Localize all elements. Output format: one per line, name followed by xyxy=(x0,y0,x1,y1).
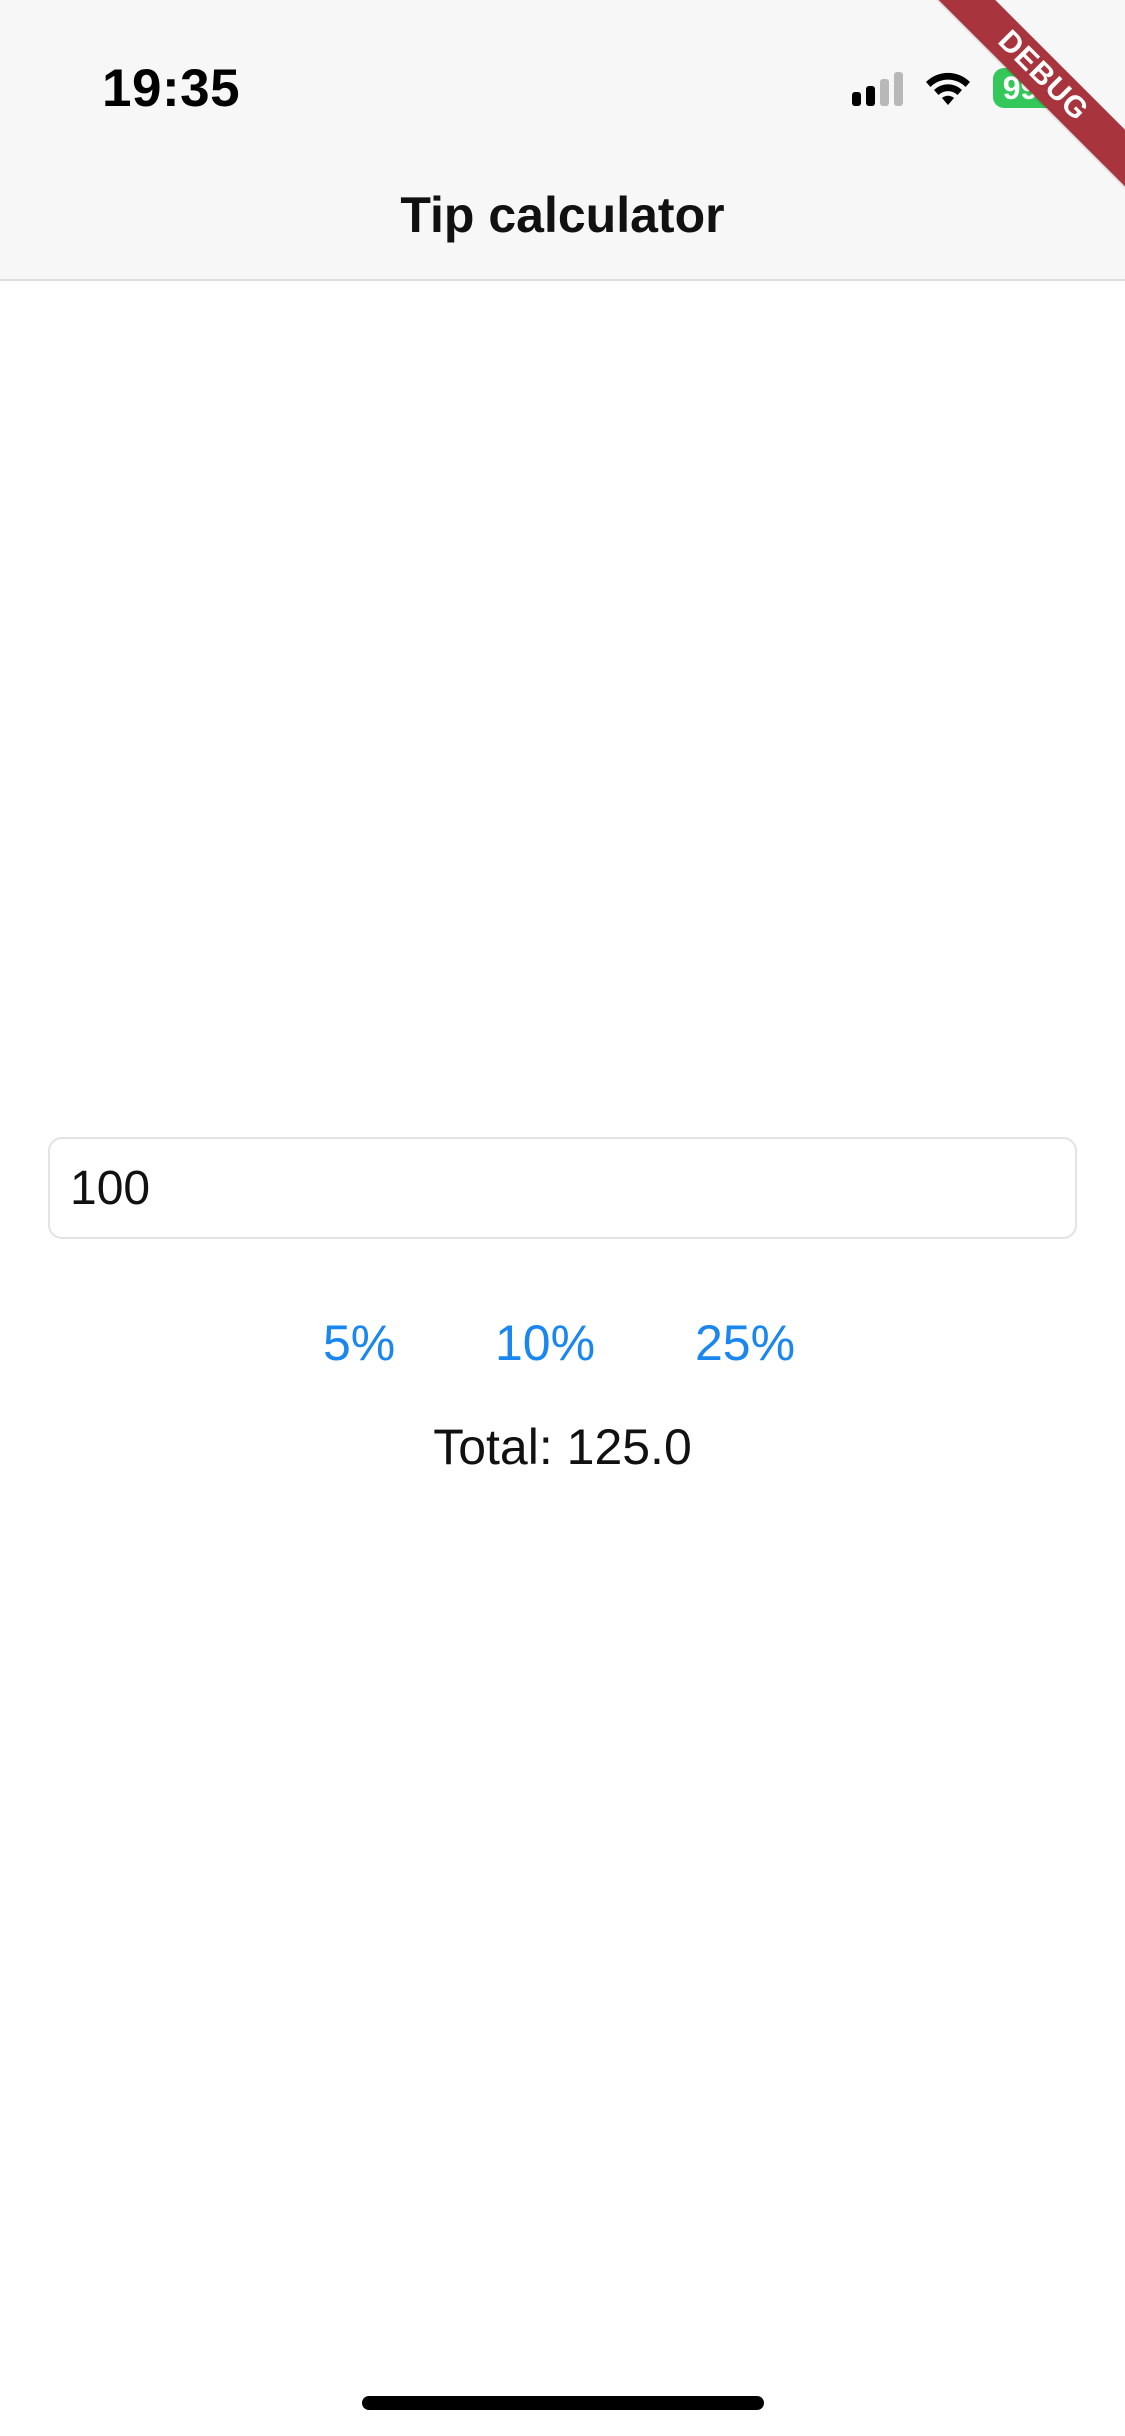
tip-25-percent-button[interactable]: 25% xyxy=(695,1308,795,1378)
home-indicator[interactable] xyxy=(362,2396,764,2410)
app-screen: 19:35 99 Tip calculator DEBUG 100 5% 10%… xyxy=(0,0,1125,2436)
total-label: Total: 125.0 xyxy=(433,1419,692,1475)
tip-10-percent-button[interactable]: 10% xyxy=(495,1308,595,1378)
bill-amount-input[interactable] xyxy=(48,1137,1077,1239)
top-bar: 19:35 99 Tip calculator xyxy=(0,0,1125,281)
page-title: Tip calculator xyxy=(400,187,725,243)
status-time: 19:35 xyxy=(102,59,241,118)
wifi-icon xyxy=(926,72,970,105)
tip-options: 5% 10% 25% xyxy=(0,1308,1125,1378)
cellular-signal-icon xyxy=(852,70,903,106)
tip-5-percent-button[interactable]: 5% xyxy=(323,1308,395,1378)
